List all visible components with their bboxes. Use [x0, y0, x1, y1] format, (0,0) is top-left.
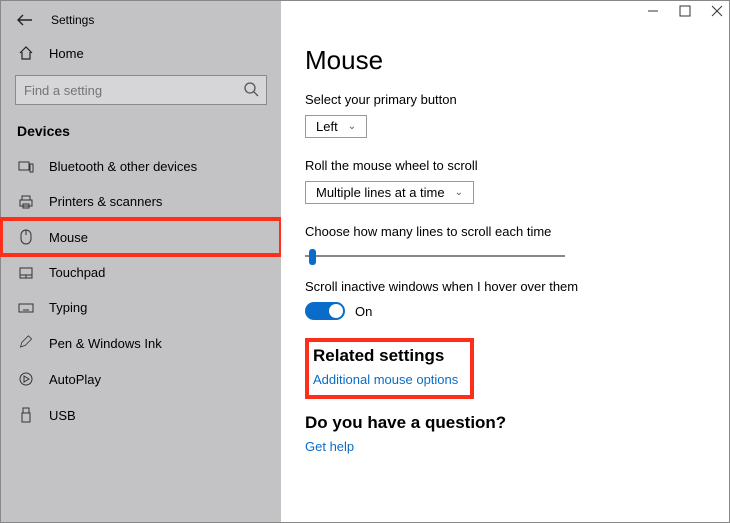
- chevron-down-icon: ⌄: [455, 187, 463, 198]
- devices-icon: [17, 160, 35, 174]
- nav-item-pen[interactable]: Pen & Windows Ink: [1, 325, 281, 361]
- section-title: Devices: [1, 119, 281, 149]
- get-help-link[interactable]: Get help: [305, 439, 705, 454]
- sidebar: Settings Home Devices Bluetooth & other …: [1, 1, 281, 522]
- page-title: Mouse: [305, 45, 705, 76]
- search-field[interactable]: [15, 75, 267, 105]
- slider-thumb[interactable]: [309, 249, 316, 265]
- home-icon: [17, 45, 35, 61]
- titlebar: Settings: [1, 7, 281, 37]
- nav-item-mouse[interactable]: Mouse: [1, 219, 281, 255]
- chevron-down-icon: ⌄: [348, 121, 356, 132]
- toggle-knob: [329, 304, 343, 318]
- search-input[interactable]: [15, 75, 267, 105]
- nav-item-bluetooth[interactable]: Bluetooth & other devices: [1, 149, 281, 184]
- related-settings-box: Related settings Additional mouse option…: [305, 338, 474, 399]
- main-pane: Mouse Select your primary button Left ⌄ …: [281, 1, 729, 522]
- primary-button-label: Select your primary button: [305, 92, 705, 107]
- nav-item-usb[interactable]: USB: [1, 397, 281, 433]
- scroll-lines-label: Choose how many lines to scroll each tim…: [305, 224, 705, 239]
- nav-label: AutoPlay: [49, 372, 101, 387]
- autoplay-icon: [17, 371, 35, 387]
- nav-label: Mouse: [49, 230, 88, 245]
- nav-label: Printers & scanners: [49, 194, 162, 209]
- toggle-state-label: On: [355, 304, 372, 319]
- nav-item-printers[interactable]: Printers & scanners: [1, 184, 281, 219]
- pen-icon: [17, 335, 35, 351]
- nav-item-autoplay[interactable]: AutoPlay: [1, 361, 281, 397]
- nav-item-touchpad[interactable]: Touchpad: [1, 255, 281, 290]
- keyboard-icon: [17, 302, 35, 314]
- nav-list: Bluetooth & other devices Printers & sca…: [1, 149, 281, 433]
- maximize-button[interactable]: [679, 5, 691, 17]
- home-nav[interactable]: Home: [1, 37, 281, 69]
- question-heading: Do you have a question?: [305, 413, 705, 433]
- close-button[interactable]: [711, 5, 723, 17]
- home-label: Home: [49, 46, 84, 61]
- related-settings-heading: Related settings: [313, 346, 458, 366]
- minimize-button[interactable]: [647, 5, 659, 17]
- mouse-icon: [17, 229, 35, 245]
- nav-label: Bluetooth & other devices: [49, 159, 197, 174]
- app-title: Settings: [51, 13, 94, 27]
- nav-label: Typing: [49, 300, 87, 315]
- primary-button-select[interactable]: Left ⌄: [305, 115, 367, 138]
- nav-item-typing[interactable]: Typing: [1, 290, 281, 325]
- primary-button-value: Left: [316, 119, 338, 134]
- nav-label: Touchpad: [49, 265, 105, 280]
- window-controls: [647, 5, 723, 17]
- usb-icon: [17, 407, 35, 423]
- nav-label: USB: [49, 408, 76, 423]
- back-arrow-icon[interactable]: [17, 14, 33, 26]
- inactive-scroll-label: Scroll inactive windows when I hover ove…: [305, 279, 705, 294]
- touchpad-icon: [17, 266, 35, 280]
- printer-icon: [17, 195, 35, 209]
- help-section: Do you have a question? Get help: [305, 413, 705, 454]
- scroll-mode-select[interactable]: Multiple lines at a time ⌄: [305, 181, 474, 204]
- scroll-mode-value: Multiple lines at a time: [316, 185, 445, 200]
- scroll-mode-label: Roll the mouse wheel to scroll: [305, 158, 705, 173]
- scroll-lines-slider[interactable]: [305, 247, 565, 265]
- nav-label: Pen & Windows Ink: [49, 336, 162, 351]
- inactive-scroll-toggle[interactable]: [305, 302, 345, 320]
- additional-mouse-options-link[interactable]: Additional mouse options: [313, 372, 458, 387]
- slider-track: [305, 255, 565, 257]
